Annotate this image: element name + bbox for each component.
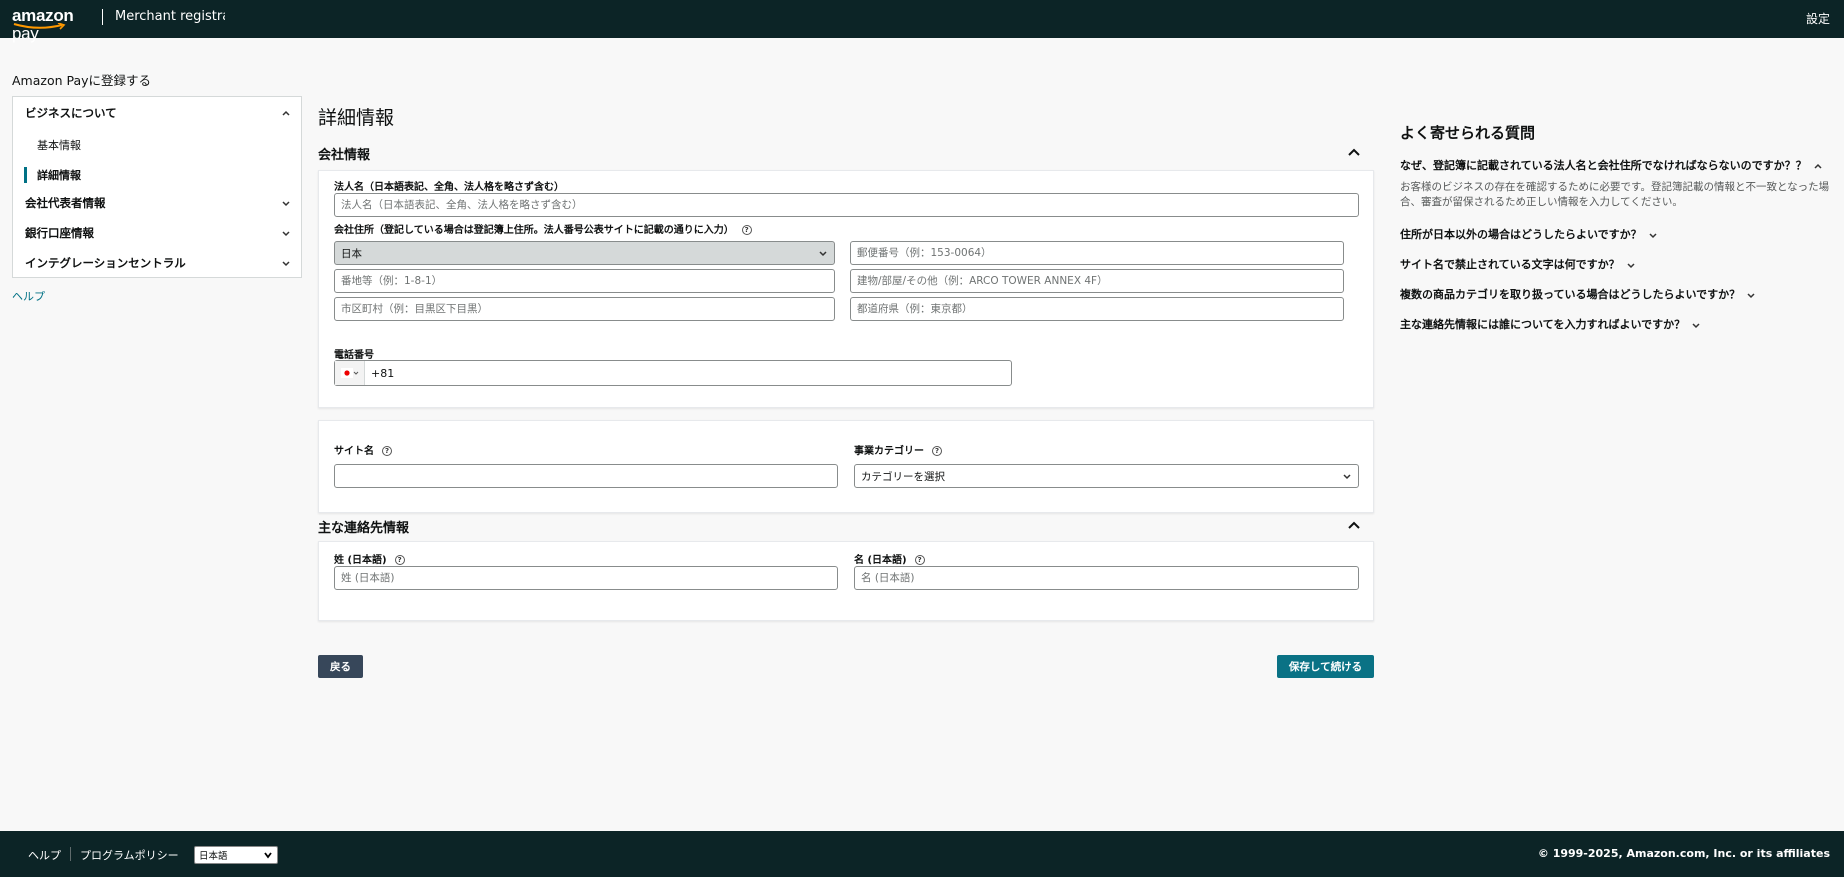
site-info-card: サイト名? 事業カテゴリー? カテゴリーを選択 bbox=[318, 420, 1374, 513]
contact-section-title: 主な連絡先情報 bbox=[318, 521, 410, 536]
nav-section-label: 銀行口座情報 bbox=[25, 226, 94, 240]
save-and-continue-button[interactable]: 保存して続ける bbox=[1277, 655, 1374, 678]
phone-field[interactable]: +81 bbox=[334, 360, 1012, 386]
left-nav: ビジネスについて 基本情報 詳細情報 会社代表者情報 銀行口座情報 インテグレー… bbox=[12, 96, 302, 278]
chevron-down-icon bbox=[1627, 263, 1635, 269]
country-flag-dropdown[interactable] bbox=[335, 361, 365, 385]
business-category-label: 事業カテゴリー? bbox=[854, 442, 942, 457]
faq-question-text: サイト名で禁止されている文字は何ですか？ bbox=[1400, 258, 1620, 271]
prefecture-input[interactable] bbox=[850, 297, 1344, 321]
faq-question-2[interactable]: 住所が日本以外の場合はどうしたらよいですか？ bbox=[1400, 226, 1658, 242]
site-name-label: サイト名? bbox=[334, 442, 392, 457]
help-icon[interactable]: ? bbox=[741, 225, 752, 235]
faq-question-text: なぜ、登記簿に記載されている法人名と会社住所でなければならないのですか？？ bbox=[1400, 159, 1807, 172]
nav-section-label: 会社代表者情報 bbox=[25, 196, 106, 210]
phone-label: 電話番号 bbox=[334, 350, 374, 361]
last-name-label: 姓 (日本語)? bbox=[334, 551, 405, 566]
faq-question-text: 複数の商品カテゴリを取り扱っている場合はどうしたらよいですか？ bbox=[1400, 288, 1741, 301]
amazon-pay-logo[interactable]: amazon pay bbox=[12, 7, 92, 43]
company-info-card: 法人名（日本語表記、全角、法人格を略さず含む） 会社住所（登記している場合は登記… bbox=[318, 170, 1374, 408]
collapse-company-icon[interactable] bbox=[1346, 144, 1362, 160]
first-name-label-text: 名 (日本語) bbox=[854, 555, 907, 566]
nav-item-basic-info[interactable]: 基本情報 bbox=[37, 137, 81, 153]
category-value: カテゴリーを選択 bbox=[861, 470, 945, 483]
back-button[interactable]: 戻る bbox=[318, 655, 363, 678]
nav-section-bank[interactable]: 銀行口座情報 bbox=[25, 223, 291, 243]
address-label-text: 会社住所（登記している場合は登記簿上住所。法人番号公表サイトに記載の通りに入力） bbox=[334, 225, 734, 236]
chevron-up-icon bbox=[1814, 163, 1822, 169]
site-name-label-text: サイト名 bbox=[334, 446, 374, 457]
company-section-title: 会社情報 bbox=[318, 148, 371, 163]
first-name-input[interactable] bbox=[854, 566, 1359, 590]
postal-code-input[interactable] bbox=[850, 241, 1344, 265]
phone-country-code: +81 bbox=[371, 366, 395, 380]
nav-section-label: インテグレーションセントラル bbox=[25, 256, 186, 270]
nav-section-business[interactable]: ビジネスについて bbox=[25, 103, 291, 123]
nav-section-integration[interactable]: インテグレーションセントラル bbox=[25, 253, 291, 273]
nav-section-representative[interactable]: 会社代表者情報 bbox=[25, 193, 291, 213]
help-icon[interactable]: ? bbox=[932, 446, 942, 456]
faq-title: よく寄せられる質問 bbox=[1400, 124, 1536, 142]
page-title: 詳細情報 bbox=[318, 107, 395, 129]
last-name-label-text: 姓 (日本語) bbox=[334, 555, 387, 566]
active-indicator bbox=[24, 167, 27, 183]
registration-heading: Amazon Payに登録する bbox=[12, 73, 152, 88]
country-value: 日本 bbox=[341, 247, 362, 260]
country-select[interactable]: 日本 bbox=[334, 241, 835, 265]
header-divider bbox=[102, 9, 103, 25]
top-header: amazon pay Merchant registration 設定 bbox=[0, 0, 1844, 43]
address-label: 会社住所（登記している場合は登記簿上住所。法人番号公表サイトに記載の通りに入力）… bbox=[334, 221, 752, 236]
help-icon[interactable]: ? bbox=[382, 446, 392, 456]
help-icon[interactable]: ? bbox=[394, 555, 405, 565]
footer-divider bbox=[70, 847, 71, 861]
header-title: Merchant registration bbox=[115, 9, 225, 24]
footer-program-policy-link[interactable]: プログラムポリシー bbox=[80, 847, 179, 863]
site-name-input[interactable] bbox=[334, 464, 838, 488]
first-name-label: 名 (日本語)? bbox=[854, 551, 925, 566]
faq-question-text: 主な連絡先情報には誰についてを入力すればよいですか？ bbox=[1400, 318, 1686, 331]
street-input[interactable] bbox=[334, 269, 835, 293]
faq-question-5[interactable]: 主な連絡先情報には誰についてを入力すればよいですか？ bbox=[1400, 316, 1701, 332]
collapse-contact-icon[interactable] bbox=[1346, 517, 1362, 533]
help-icon[interactable]: ? bbox=[914, 555, 925, 565]
chevron-down-icon bbox=[282, 231, 290, 237]
chevron-down-icon bbox=[819, 251, 827, 257]
copyright-text: © 1999-2025, Amazon.com, Inc. or its aff… bbox=[1537, 847, 1830, 860]
legal-name-input[interactable] bbox=[334, 193, 1359, 217]
category-label-text: 事業カテゴリー bbox=[854, 446, 924, 457]
faq-answer-1: お客様のビジネスの存在を確認するために必要です。登記簿記載の情報と不一致となった… bbox=[1400, 181, 1830, 208]
chevron-down-icon bbox=[1343, 474, 1351, 480]
chevron-down-icon bbox=[282, 201, 290, 207]
nav-section-label: ビジネスについて bbox=[25, 106, 117, 120]
chevron-down-icon bbox=[264, 852, 272, 859]
japan-flag-icon bbox=[340, 368, 358, 378]
settings-link[interactable]: 設定 bbox=[1806, 10, 1830, 27]
chevron-down-icon bbox=[1747, 293, 1755, 299]
help-link[interactable]: ヘルプ bbox=[12, 288, 45, 304]
faq-question-4[interactable]: 複数の商品カテゴリを取り扱っている場合はどうしたらよいですか？ bbox=[1400, 286, 1756, 302]
smile-arrow-icon bbox=[13, 23, 66, 30]
chevron-up-icon bbox=[282, 110, 290, 116]
chevron-down-icon bbox=[1649, 233, 1657, 239]
language-select[interactable]: 日本語 bbox=[194, 846, 278, 864]
city-input[interactable] bbox=[334, 297, 835, 321]
legal-name-label: 法人名（日本語表記、全角、法人格を略さず含む） bbox=[334, 182, 564, 193]
faq-question-text: 住所が日本以外の場合はどうしたらよいですか？ bbox=[1400, 228, 1642, 241]
faq-question-3[interactable]: サイト名で禁止されている文字は何ですか？ bbox=[1400, 256, 1636, 272]
nav-item-detail-info[interactable]: 詳細情報 bbox=[37, 167, 81, 183]
last-name-input[interactable] bbox=[334, 566, 838, 590]
business-category-select[interactable]: カテゴリーを選択 bbox=[854, 464, 1359, 488]
footer-help-link[interactable]: ヘルプ bbox=[28, 847, 61, 863]
building-input[interactable] bbox=[850, 269, 1344, 293]
faq-question-1[interactable]: なぜ、登記簿に記載されている法人名と会社住所でなければならないのですか？？ bbox=[1400, 157, 1823, 173]
chevron-down-icon bbox=[1692, 323, 1700, 329]
language-value: 日本語 bbox=[199, 851, 228, 862]
contact-info-card: 姓 (日本語)? 名 (日本語)? bbox=[318, 541, 1374, 621]
chevron-down-icon bbox=[282, 261, 290, 267]
